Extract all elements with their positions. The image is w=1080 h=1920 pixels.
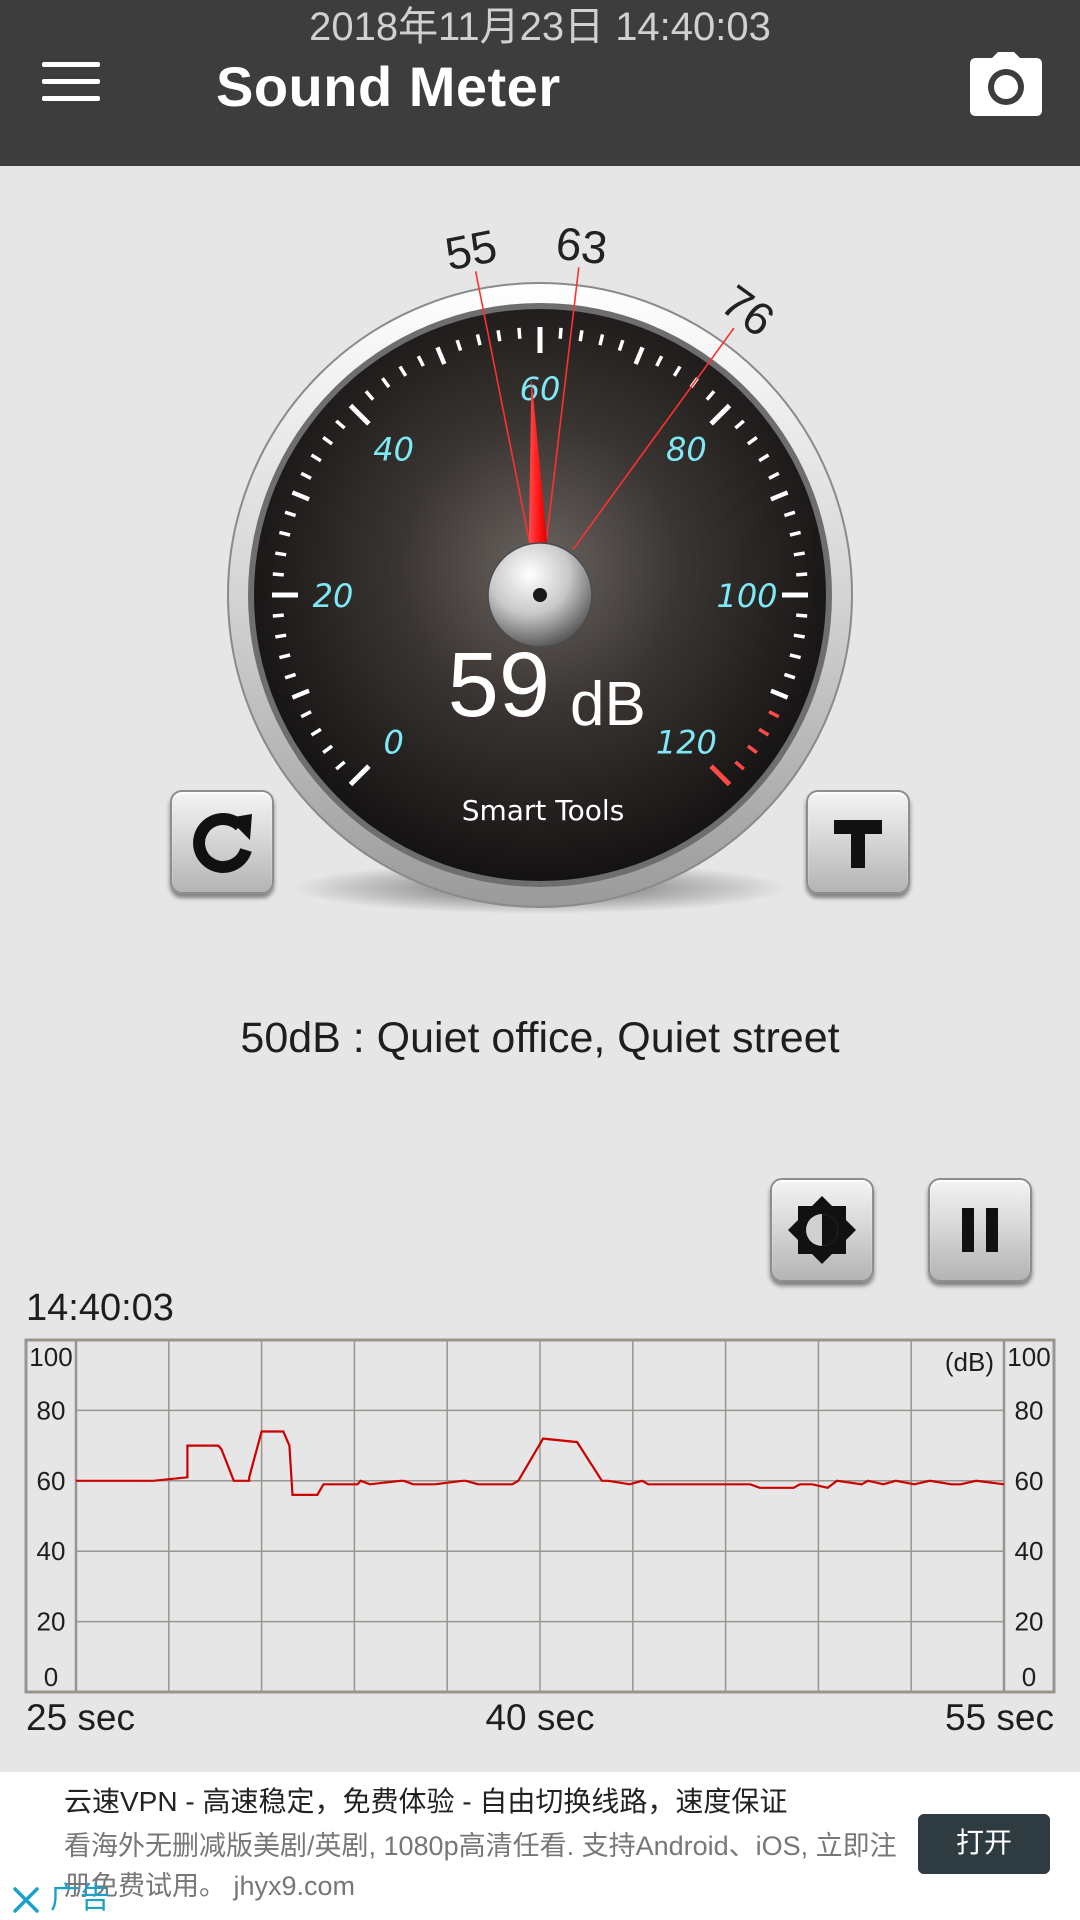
gauge-brand: Smart Tools [462,794,625,827]
chart-y-tick-left: 60 [37,1466,66,1496]
chart-y-tick-left: 40 [37,1536,66,1566]
brightness-icon [788,1196,856,1264]
ad-open-button[interactable]: 打开 [918,1814,1050,1874]
ad-label: 广告 [50,1882,110,1915]
sound-level-history-chart: 100 100 80 80 60 60 40 40 20 20 0 0 25 sec 40 sec 55 … [0,1330,1080,1750]
chart-y-tick-right: 100 [1007,1342,1050,1372]
chart-x-tick: 25 sec [26,1697,135,1738]
app-title: Sound Meter [216,55,561,118]
close-icon[interactable] [10,1884,42,1916]
status-datetime: 2018年11月23日 14:40:03 [309,5,771,49]
sound-meter-screen: 2018年11月23日 14:40:03 Sound Meter 0 20 40… [0,0,1080,1920]
chart-y-tick-right: 0 [1022,1662,1036,1692]
gauge-tick [789,530,802,537]
hamburger-menu-icon[interactable] [42,62,100,104]
gauge-tick [496,330,502,342]
gauge-tick [796,613,808,618]
gauge-tick [598,333,605,346]
gauge-hub-pin [533,588,547,602]
gauge-tick [517,327,522,339]
gauge-marker-label: 63 [553,217,610,275]
text-mode-button[interactable] [806,790,910,894]
pause-button[interactable] [928,1178,1032,1282]
gauge-tick [272,613,284,618]
ad-banner[interactable]: 云速VPN - 高速稳定，免费体验 - 自由切换线路，速度保证 看海外无删减版美… [0,1772,1080,1920]
chart-y-tick-right: 80 [1015,1395,1044,1425]
gauge-tick [275,551,287,557]
pause-icon [962,1208,998,1252]
gauge-tick [475,333,482,346]
chart-y-tick-right: 20 [1015,1607,1044,1637]
gauge-tick [278,653,291,660]
camera-icon[interactable] [968,52,1044,118]
brightness-button[interactable] [770,1178,874,1282]
chart-timestamp: 14:40:03 [26,1287,174,1329]
refresh-icon [193,813,252,873]
app-bar: 2018年11月23日 14:40:03 Sound Meter [0,0,1080,166]
reset-button[interactable] [170,790,274,894]
chart-y-tick-left: 20 [37,1607,66,1637]
gauge-tick [558,327,563,339]
gauge-tick [789,653,802,660]
chart-x-tick: 55 sec [945,1697,1054,1738]
text-t-icon [834,820,882,868]
ad-description: 看海外无删减版美剧/英剧, 1080p高清任看. 支持Android、iOS, … [64,1831,897,1901]
gauge-tick [796,572,808,577]
gauge-scale-label: 40 [373,431,414,469]
gauge-tick [578,330,584,342]
gauge-scale-label: 120 [656,723,717,761]
chart-y-tick-left: 100 [29,1342,72,1372]
gauge-scale-label: 80 [666,431,707,469]
chart-x-tick: 40 sec [485,1697,594,1738]
ad-title: 云速VPN - 高速稳定，免费体验 - 自由切换线路，速度保证 [64,1786,788,1817]
chart-unit-label: (dB) [945,1347,994,1377]
sound-level-gauge: 0 20 40 60 80 100 120 55 63 76 59 dB Smart Tools [0,180,1080,940]
chart-y-tick-left: 0 [44,1662,58,1692]
noise-level-description: 50dB : Quiet office, Quiet street [240,1014,840,1062]
gauge-marker-label: 55 [441,219,501,280]
gauge-scale-label: 0 [383,723,403,761]
gauge-scale-label: 20 [313,577,354,615]
gauge-tick [793,633,805,639]
chart-x-ticks: 25 sec 40 sec 55 sec [26,1697,1054,1738]
gauge-marker-label: 76 [712,275,784,347]
gauge-unit: dB [570,670,646,739]
chart-y-tick-right: 40 [1015,1536,1044,1566]
gauge-scale-label: 60 [520,370,561,408]
gauge-tick [275,633,287,639]
gauge-tick [278,530,291,537]
chart-y-tick-right: 60 [1015,1466,1044,1496]
gauge-tick [272,572,284,577]
gauge-dial: 0 20 40 60 80 100 120 55 63 76 59 dB Smart Tools [227,217,853,914]
chart-y-tick-left: 80 [37,1395,66,1425]
gauge-value: 59 [448,634,550,736]
gauge-tick [793,551,805,557]
gauge-scale-label: 100 [716,577,777,615]
chart-svg: 100 100 80 80 60 60 40 40 20 20 0 0 25 sec 40 sec 55 … [24,1338,1056,1738]
